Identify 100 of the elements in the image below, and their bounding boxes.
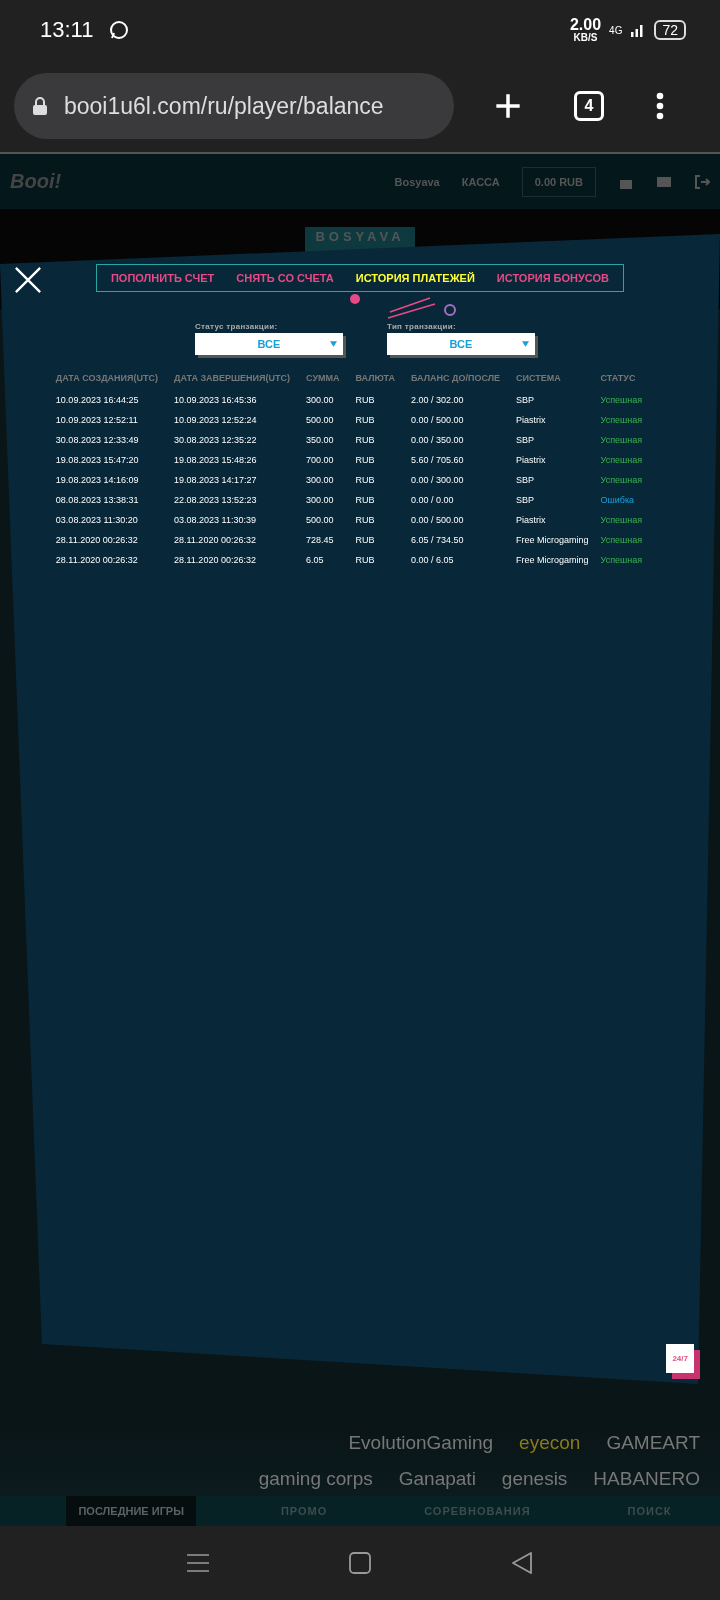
table-cell: 700.00 (306, 450, 356, 470)
table-cell: RUB (355, 430, 411, 450)
table-cell: 300.00 (306, 490, 356, 510)
table-cell: RUB (355, 470, 411, 490)
table-cell: 30.08.2023 12:35:22 (174, 430, 307, 450)
table-cell: Piastrix (516, 450, 601, 470)
table-cell: 350.00 (306, 430, 356, 450)
table-cell: Piastrix (516, 510, 601, 530)
dropdown[interactable]: ВСЕ (195, 333, 343, 355)
table-cell: 10.09.2023 16:45:36 (174, 390, 307, 410)
chat-icon (109, 20, 130, 40)
table-cell-text: Успешная (600, 393, 644, 407)
table-cell: 2.00 / 302.00 (411, 390, 516, 410)
url-text: booi1u6l.com/ru/player/balance (64, 92, 384, 120)
close-icon[interactable] (14, 266, 42, 294)
tab-counter[interactable]: 4 (574, 91, 604, 121)
table-cell: 500.00 (306, 510, 356, 530)
table-cell: SBP (516, 430, 601, 450)
tab[interactable]: ИСТОРИЯ БОНУСОВ (496, 272, 610, 284)
column-header: СТАТУС (600, 373, 637, 385)
table-cell: SBP (516, 470, 601, 490)
cashier-link[interactable]: КАССА (461, 175, 500, 188)
table-cell-text: Успешная (600, 533, 644, 547)
column-header: БАЛАНС ДО/ПОСЛЕ (411, 373, 516, 390)
plus-icon[interactable] (494, 92, 522, 120)
caret-icon (330, 341, 337, 347)
table-cell-text: Успешная (600, 433, 644, 447)
tab[interactable]: СНЯТЬ СО СЧЕТА (236, 272, 334, 284)
table-cell-text: Успешная (600, 553, 644, 567)
back-icon[interactable] (511, 1552, 533, 1574)
clock: 13:11 (40, 17, 94, 43)
table-cell: 28.11.2020 00:26:32 (174, 530, 307, 550)
provider-logo: Ganapati (398, 1468, 476, 1490)
table-cell: 03.08.2023 11:30:20 (55, 510, 174, 530)
table-cell: 30.08.2023 12:33:49 (55, 430, 174, 450)
battery-level: 72 (654, 20, 686, 40)
lock-icon (32, 96, 48, 116)
filter-label: Статус транзакции: (195, 322, 279, 331)
table-cell: RUB (355, 490, 411, 510)
table-cell: 19.08.2023 15:47:20 (55, 450, 174, 470)
menu-icon[interactable] (656, 92, 664, 120)
table-cell: Piastrix (516, 410, 601, 430)
speed-text: 2.00 KB/S (569, 18, 602, 42)
provider-logo: eyecon (519, 1432, 581, 1454)
table-cell-text: Ошибка (600, 493, 636, 507)
table-cell: 5.60 / 705.60 (411, 450, 516, 470)
provider-logo: gaming corps (258, 1468, 373, 1490)
provider-logo: genesis (501, 1468, 568, 1490)
column-header: СИСТЕМА (516, 373, 601, 390)
table-cell: 6.05 (306, 550, 356, 570)
table-cell: Free Microgaming (516, 530, 601, 550)
table-cell: 728.45 (306, 530, 356, 550)
column-header: ДАТА СОЗДАНИЯ(UTC) (55, 373, 174, 390)
table-cell: 300.00 (306, 390, 356, 410)
home-icon[interactable] (349, 1552, 371, 1574)
logout-icon[interactable] (694, 173, 710, 190)
table-cell: 0.00 / 0.00 (411, 490, 516, 510)
table-cell: RUB (355, 390, 411, 410)
table-cell: 0.00 / 500.00 (411, 410, 516, 430)
table-cell: 28.11.2020 00:26:32 (55, 550, 174, 570)
table-cell: SBP (516, 390, 601, 410)
table-cell: 19.08.2023 14:16:09 (55, 470, 174, 490)
network-text: 4G (609, 24, 623, 36)
table-cell: 0.00 / 350.00 (411, 430, 516, 450)
provider-logo: GAMEART (606, 1432, 700, 1454)
dropdown[interactable]: ВСЕ (387, 333, 535, 355)
column-header: СУММА (306, 373, 356, 390)
caret-icon (522, 341, 529, 347)
table-cell: 500.00 (306, 410, 356, 430)
nav-tab[interactable]: ПОСЛЕДНИЕ ИГРЫ (66, 1496, 196, 1526)
table-cell-text: Успешная (600, 413, 644, 427)
column-header: ДАТА ЗАВЕРШЕНИЯ(UTC) (174, 373, 307, 390)
logo[interactable]: Booi! (10, 170, 62, 193)
tab[interactable]: ИСТОРИЯ ПЛАТЕЖЕЙ (355, 272, 475, 284)
balance-button[interactable]: 0.00 RUB (521, 166, 596, 197)
table-cell: SBP (516, 490, 601, 510)
table-cell: 0.00 / 300.00 (411, 470, 516, 490)
table-cell-text: Успешная (600, 473, 644, 487)
table-cell: 6.05 / 734.50 (411, 530, 516, 550)
table-cell-text: Успешная (600, 513, 644, 527)
user-link[interactable]: Bosyava (394, 175, 440, 188)
table-cell: 0.00 / 6.05 (411, 550, 516, 570)
table-cell: 10.09.2023 12:52:24 (174, 410, 307, 430)
table-cell: 08.08.2023 13:38:31 (55, 490, 174, 510)
address-bar[interactable]: booi1u6l.com/ru/player/balance (14, 73, 454, 139)
tab[interactable]: ПОПОЛНИТЬ СЧЕТ (110, 272, 215, 284)
table-cell: RUB (355, 450, 411, 470)
table-cell: 19.08.2023 15:48:26 (174, 450, 307, 470)
table-cell: RUB (355, 530, 411, 550)
table-cell: 19.08.2023 14:17:27 (174, 470, 307, 490)
provider-logo: EvolutionGaming (348, 1432, 494, 1454)
table-cell: 28.11.2020 00:26:32 (55, 530, 174, 550)
provider-logo: HABANERO (593, 1468, 700, 1490)
table-cell: RUB (355, 510, 411, 530)
column-header: ВАЛЮТА (355, 373, 411, 390)
table-cell: RUB (355, 410, 411, 430)
table-cell: 0.00 / 500.00 (411, 510, 516, 530)
table-cell: Free Microgaming (516, 550, 601, 570)
table-cell: 03.08.2023 11:30:39 (174, 510, 307, 530)
table-cell: 28.11.2020 00:26:32 (174, 550, 307, 570)
